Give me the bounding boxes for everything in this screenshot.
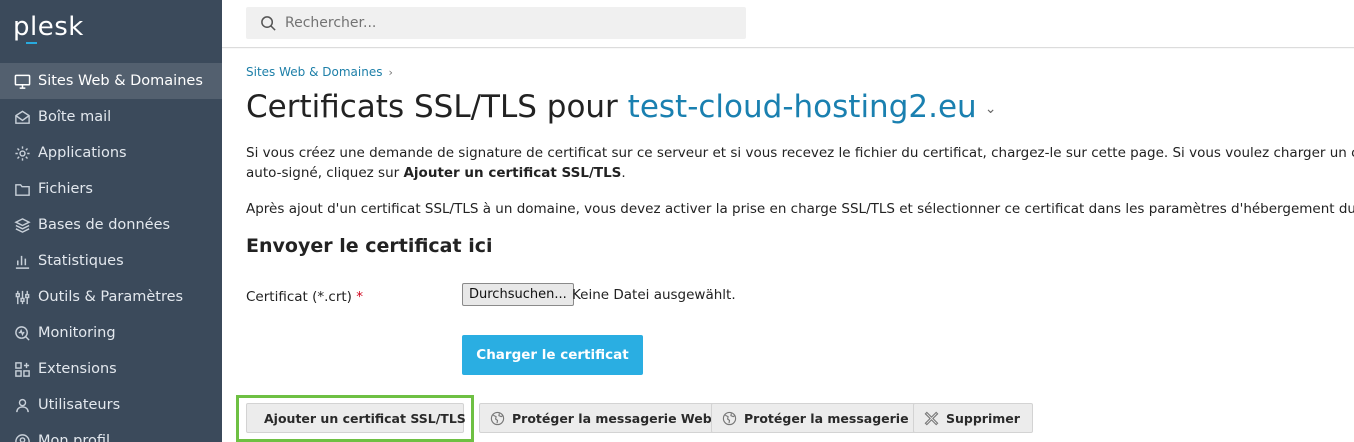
page-title: Certificats SSL/TLS pour test-cloud-host… <box>246 89 996 125</box>
search-input[interactable] <box>285 15 725 31</box>
gear-icon <box>13 144 31 162</box>
extensions-icon <box>13 360 31 378</box>
certificate-label-text: Certificat (*.crt) <box>246 289 352 305</box>
browse-file-button[interactable]: Durchsuchen... <box>462 283 574 306</box>
sidebar-item-label: Mon profil <box>38 433 111 442</box>
chevron-right-icon: › <box>388 65 393 79</box>
sidebar-item-mail[interactable]: Boîte mail <box>0 99 222 135</box>
main-content: Sites Web & Domaines › Certificats SSL/T… <box>222 49 1354 442</box>
envelope-icon <box>13 108 31 126</box>
sidebar-item-tools-settings[interactable]: Outils & Paramètres <box>0 279 222 315</box>
sidebar: plesk Sites Web & Domaines Boîte mail Ap… <box>0 0 222 442</box>
sidebar-item-files[interactable]: Fichiers <box>0 171 222 207</box>
protect-webmail-button[interactable]: Protéger la messagerie Web <box>479 403 725 433</box>
sidebar-item-applications[interactable]: Applications <box>0 135 222 171</box>
chevron-down-icon[interactable]: ⌄ <box>985 101 997 117</box>
page-title-prefix: Certificats SSL/TLS pour <box>246 89 618 125</box>
top-bar <box>222 0 1354 48</box>
delete-button[interactable]: Supprimer <box>913 403 1033 433</box>
sidebar-item-websites[interactable]: Sites Web & Domaines <box>0 63 222 99</box>
sliders-icon <box>13 288 31 306</box>
sidebar-item-label: Extensions <box>38 361 117 377</box>
certificate-field-label: Certificat (*.crt) * <box>246 289 363 305</box>
add-certificate-button[interactable]: Ajouter un certificat SSL/TLS <box>246 403 466 433</box>
upload-heading: Envoyer le certificat ici <box>246 235 493 257</box>
sidebar-item-label: Boîte mail <box>38 109 112 125</box>
shield-globe-icon <box>490 411 505 425</box>
sidebar-item-monitoring[interactable]: Monitoring <box>0 315 222 351</box>
upload-certificate-button[interactable]: Charger le certificat <box>462 335 643 375</box>
intro-paragraph: Si vous créez une demande de signature d… <box>246 143 1354 183</box>
intro-line-text: auto-signé, cliquez sur <box>246 165 400 181</box>
sidebar-item-databases[interactable]: Bases de données <box>0 207 222 243</box>
protect-mail-label: Protéger la messagerie <box>744 410 909 426</box>
sidebar-item-users[interactable]: Utilisateurs <box>0 387 222 423</box>
profile-icon <box>13 432 31 442</box>
search-icon <box>261 15 276 31</box>
intro-line: auto-signé, cliquez sur Ajouter un certi… <box>246 163 1354 183</box>
sidebar-item-label: Statistiques <box>38 253 124 269</box>
sidebar-item-label: Applications <box>38 145 127 161</box>
domain-link[interactable]: test-cloud-hosting2.eu <box>628 89 977 125</box>
logo-accent <box>26 42 37 44</box>
sidebar-item-label: Monitoring <box>38 325 116 341</box>
sidebar-item-label: Bases de données <box>38 217 171 233</box>
intro-bold-text: Ajouter un certificat SSL/TLS <box>403 165 622 181</box>
intro-line: Si vous créez une demande de signature d… <box>246 145 1354 161</box>
user-icon <box>13 396 31 414</box>
sidebar-nav: Sites Web & Domaines Boîte mail Applicat… <box>0 63 222 442</box>
delete-label: Supprimer <box>946 410 1020 426</box>
sidebar-item-label: Outils & Paramètres <box>38 289 184 305</box>
bar-chart-icon <box>13 252 31 270</box>
required-mark: * <box>356 289 363 305</box>
close-icon <box>924 411 939 425</box>
sidebar-item-label: Fichiers <box>38 181 93 197</box>
file-status-text: Keine Datei ausgewählt. <box>572 287 736 303</box>
intro-line-text: . <box>621 165 626 181</box>
sidebar-item-statistics[interactable]: Statistiques <box>0 243 222 279</box>
shield-globe-icon <box>722 411 737 425</box>
search-box[interactable] <box>246 7 746 39</box>
database-icon <box>13 216 31 234</box>
breadcrumb: Sites Web & Domaines › <box>246 65 393 79</box>
sidebar-item-profile[interactable]: Mon profil <box>0 423 222 442</box>
plesk-logo[interactable]: plesk <box>13 12 84 42</box>
add-certificate-label: Ajouter un certificat SSL/TLS <box>264 410 466 426</box>
info-paragraph: Après ajout d'un certificat SSL/TLS à un… <box>246 201 1354 217</box>
sidebar-item-label: Sites Web & Domaines <box>38 73 203 89</box>
sidebar-item-extensions[interactable]: Extensions <box>0 351 222 387</box>
protect-webmail-label: Protéger la messagerie Web <box>512 410 712 426</box>
protect-mail-button[interactable]: Protéger la messagerie <box>711 403 922 433</box>
monitoring-icon <box>13 324 31 342</box>
breadcrumb-link-websites[interactable]: Sites Web & Domaines <box>246 65 382 79</box>
monitor-icon <box>13 72 31 90</box>
folder-icon <box>13 180 31 198</box>
sidebar-item-label: Utilisateurs <box>38 397 121 413</box>
